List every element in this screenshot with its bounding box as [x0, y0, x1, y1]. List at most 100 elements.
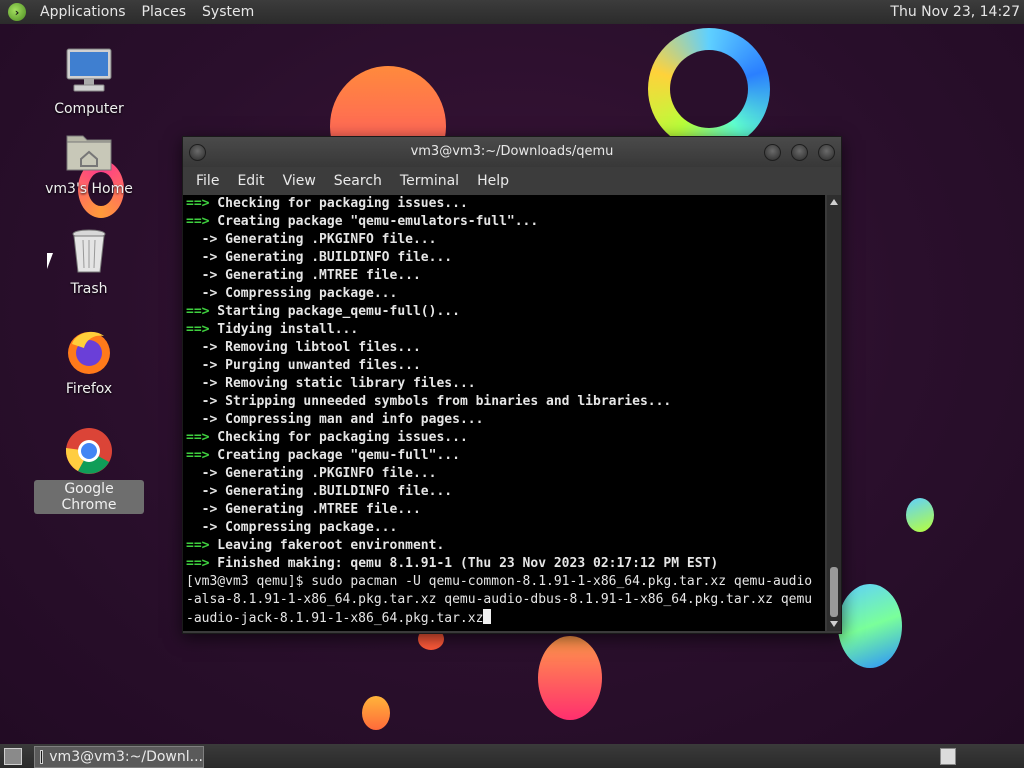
command-line: -alsa-8.1.91-1-x86_64.pkg.tar.xz qemu-au…: [183, 591, 825, 609]
wallpaper-blob: [538, 636, 602, 720]
wallpaper-blob: [838, 584, 902, 668]
command-text: -audio-jack-8.1.91-1-x86_64.pkg.tar.xz: [186, 611, 484, 626]
show-desktop-icon[interactable]: [4, 748, 22, 765]
scroll-down-icon[interactable]: [830, 621, 838, 627]
terminal-line: -> Generating .BUILDINFO file...: [183, 483, 825, 501]
maximize-button[interactable]: [791, 144, 808, 161]
desktop-icon-chrome[interactable]: Google Chrome: [34, 426, 144, 514]
line-marker: ->: [186, 340, 218, 355]
scrollbar-thumb[interactable]: [830, 567, 838, 617]
terminal-line: -> Compressing man and info pages...: [183, 411, 825, 429]
desktop-icon-label: Firefox: [65, 381, 113, 397]
terminal-line: ==> Creating package "qemu-emulators-ful…: [183, 213, 825, 231]
wallpaper-blob: [906, 498, 934, 532]
line-text: Starting package_qemu-full()...: [209, 304, 460, 319]
line-text: Creating package "qemu-full"...: [209, 448, 460, 463]
desktop-icon-label: Trash: [70, 281, 108, 297]
terminal-line: ==> Checking for packaging issues...: [183, 195, 825, 213]
taskbar-label: vm3@vm3:~/Downl...: [49, 749, 203, 765]
taskbar-terminal-button[interactable]: vm3@vm3:~/Downl...: [34, 746, 204, 768]
desktop-icon-firefox[interactable]: Firefox: [34, 326, 144, 398]
scroll-up-icon[interactable]: [830, 199, 838, 205]
line-marker: ==>: [186, 196, 210, 211]
desktop-icon-label: Google Chrome: [34, 480, 144, 514]
panel-clock[interactable]: Thu Nov 23, 14:27: [890, 0, 1020, 24]
workspace-switcher[interactable]: [940, 748, 956, 765]
wallpaper-blob: [362, 696, 390, 730]
terminal-line: -> Generating .MTREE file...: [183, 267, 825, 285]
desktop-icon-label: vm3's Home: [45, 181, 133, 197]
line-marker: ->: [186, 502, 218, 517]
desktop-icon-home[interactable]: vm3's Home: [34, 126, 144, 198]
terminal-line: -> Stripping unneeded symbols from binar…: [183, 393, 825, 411]
line-marker: ==>: [186, 430, 210, 445]
menu-help[interactable]: Help: [468, 173, 518, 189]
close-button[interactable]: [818, 144, 835, 161]
terminal-line: -> Purging unwanted files...: [183, 357, 825, 375]
terminal-output[interactable]: ==> Checking for packaging issues... ==> …: [183, 195, 825, 631]
minimize-button[interactable]: [764, 144, 781, 161]
line-text: Removing static library files...: [217, 376, 476, 391]
line-text: Creating package "qemu-emulators-full"..…: [209, 214, 539, 229]
terminal-scrollbar[interactable]: [827, 195, 841, 631]
terminal-window[interactable]: vm3@vm3:~/Downloads/qemu File Edit View …: [182, 136, 842, 634]
line-text: Checking for packaging issues...: [209, 196, 468, 211]
top-panel: › Applications Places System Thu Nov 23,…: [0, 0, 1024, 24]
distro-logo-icon[interactable]: ›: [8, 3, 26, 21]
line-text: Compressing man and info pages...: [217, 412, 484, 427]
terminal-line: ==> Finished making: qemu 8.1.91-1 (Thu …: [183, 555, 825, 573]
menu-places[interactable]: Places: [134, 4, 195, 20]
terminal-line: ==> Tidying install...: [183, 321, 825, 339]
terminal-line: ==> Creating package "qemu-full"...: [183, 447, 825, 465]
menu-edit[interactable]: Edit: [228, 173, 273, 189]
menu-applications[interactable]: Applications: [32, 4, 134, 20]
window-titlebar[interactable]: vm3@vm3:~/Downloads/qemu: [183, 137, 841, 167]
line-marker: ==>: [186, 304, 210, 319]
terminal-line: -> Generating .PKGINFO file...: [183, 231, 825, 249]
line-text: Compressing package...: [217, 520, 398, 535]
terminal-line: ==> Leaving fakeroot environment.: [183, 537, 825, 555]
line-marker: ==>: [186, 556, 210, 571]
menu-file[interactable]: File: [187, 173, 228, 189]
line-text: Leaving fakeroot environment.: [209, 538, 445, 553]
terminal-line: ==> Starting package_qemu-full()...: [183, 303, 825, 321]
computer-icon: [64, 46, 114, 96]
menu-search[interactable]: Search: [325, 173, 391, 189]
line-text: Checking for packaging issues...: [209, 430, 468, 445]
menu-system[interactable]: System: [194, 4, 262, 20]
line-marker: ->: [186, 250, 218, 265]
command-text: [vm3@vm3 qemu]$ sudo pacman -U qemu-comm…: [186, 574, 813, 589]
line-text: Stripping unneeded symbols from binaries…: [217, 394, 672, 409]
terminal-menubar: File Edit View Search Terminal Help: [183, 167, 841, 195]
line-text: Generating .PKGINFO file...: [217, 232, 437, 247]
desktop-icon-computer[interactable]: Computer: [34, 46, 144, 118]
command-line: [vm3@vm3 qemu]$ sudo pacman -U qemu-comm…: [183, 573, 825, 591]
line-marker: ->: [186, 358, 218, 373]
line-marker: ==>: [186, 214, 210, 229]
line-marker: ->: [186, 268, 218, 283]
window-menu-icon[interactable]: [189, 144, 206, 161]
line-text: Generating .BUILDINFO file...: [217, 250, 453, 265]
window-title: vm3@vm3:~/Downloads/qemu: [410, 144, 614, 159]
mouse-pointer-icon: [47, 253, 53, 269]
line-marker: ->: [186, 376, 218, 391]
menu-terminal[interactable]: Terminal: [391, 173, 468, 189]
line-text: Generating .MTREE file...: [217, 268, 421, 283]
trash-icon: [64, 226, 114, 276]
line-marker: ==>: [186, 448, 210, 463]
line-marker: ->: [186, 484, 218, 499]
chrome-icon: [64, 426, 114, 476]
line-marker: ->: [186, 394, 218, 409]
line-text: Finished making: qemu 8.1.91-1 (Thu 23 N…: [209, 556, 719, 571]
menu-view[interactable]: View: [274, 173, 325, 189]
firefox-icon: [64, 326, 114, 376]
terminal-icon: [40, 750, 44, 764]
line-marker: ->: [186, 520, 218, 535]
line-marker: ->: [186, 232, 218, 247]
terminal-line: -> Generating .PKGINFO file...: [183, 465, 825, 483]
line-marker: ==>: [186, 538, 210, 553]
line-text: Generating .BUILDINFO file...: [217, 484, 453, 499]
line-text: Generating .PKGINFO file...: [217, 466, 437, 481]
line-marker: ->: [186, 286, 218, 301]
terminal-line: -> Removing static library files...: [183, 375, 825, 393]
